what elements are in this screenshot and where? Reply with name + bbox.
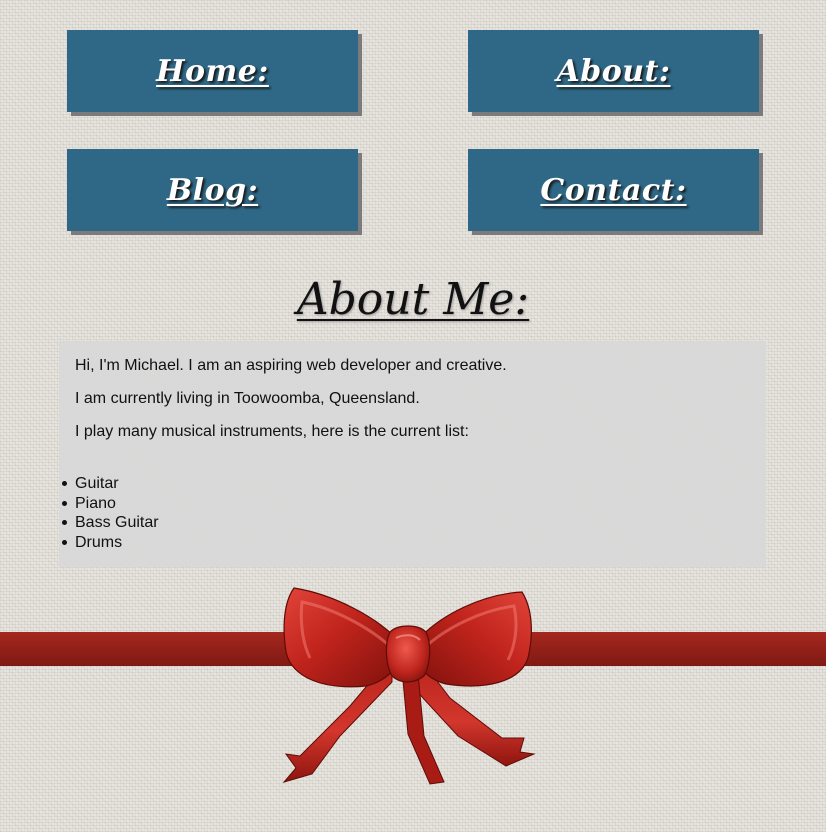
page-title-heading: About Me: <box>0 274 826 325</box>
list-item: Drums <box>62 533 159 553</box>
page-title: About Me: <box>296 274 530 325</box>
instrument-list: Guitar Piano Bass Guitar Drums <box>62 474 159 553</box>
nav-button-contact[interactable]: Contact: <box>468 149 759 231</box>
nav-about-label[interactable]: About: <box>556 54 670 89</box>
nav-button-blog[interactable]: Blog: <box>67 149 358 231</box>
instruments-intro-paragraph: I play many musical instruments, here is… <box>75 423 469 440</box>
nav-blog-label[interactable]: Blog: <box>167 173 258 208</box>
about-content-box: Hi, I'm Michael. I am an aspiring web de… <box>59 341 766 567</box>
nav-home-label[interactable]: Home: <box>156 54 269 89</box>
nav-button-about[interactable]: About: <box>468 30 759 112</box>
intro-paragraph: Hi, I'm Michael. I am an aspiring web de… <box>75 357 507 374</box>
location-paragraph: I am currently living in Toowoomba, Quee… <box>75 390 420 407</box>
nav-contact-label[interactable]: Contact: <box>540 173 686 208</box>
list-item: Piano <box>62 494 159 514</box>
list-item: Bass Guitar <box>62 514 159 531</box>
nav-button-home[interactable]: Home: <box>67 30 358 112</box>
red-ribbon-bow-icon <box>282 587 536 785</box>
list-item: Guitar <box>62 474 159 494</box>
